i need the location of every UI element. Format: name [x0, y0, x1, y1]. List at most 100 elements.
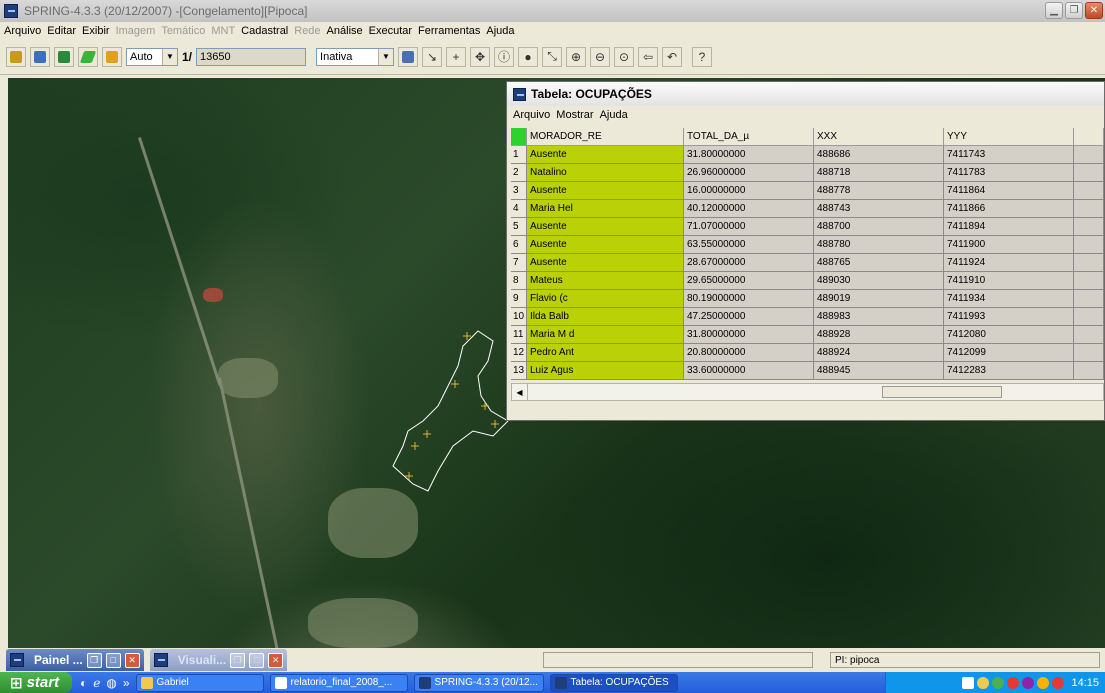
- y-cell[interactable]: 7412283: [944, 362, 1074, 380]
- row-number[interactable]: 5: [511, 218, 527, 236]
- total-cell[interactable]: 71.07000000: [684, 218, 814, 236]
- total-cell[interactable]: 20.80000000: [684, 344, 814, 362]
- morador-cell[interactable]: Ausente: [527, 218, 684, 236]
- table-window-titlebar[interactable]: Tabela: OCUPAÇÕES: [507, 82, 1104, 106]
- column-header[interactable]: TOTAL_DA_µ: [684, 128, 814, 146]
- morador-cell[interactable]: Ilda Balb: [527, 308, 684, 326]
- pin-icon[interactable]: ●: [518, 46, 539, 67]
- database-icon[interactable]: [6, 46, 26, 67]
- table-row[interactable]: 9 Flavio (c 80.19000000 489019 7411934: [511, 290, 1104, 308]
- menu-executar[interactable]: Executar: [369, 25, 412, 37]
- morador-cell[interactable]: Ausente: [527, 146, 684, 164]
- restore-icon[interactable]: ❐: [1065, 2, 1083, 19]
- media-icon[interactable]: ◍: [106, 676, 116, 690]
- grid-icon[interactable]: [398, 46, 419, 67]
- y-cell[interactable]: 7411900: [944, 236, 1074, 254]
- task-button-gabriel[interactable]: Gabriel: [135, 673, 264, 692]
- table-menu-mostrar[interactable]: Mostrar: [556, 109, 593, 121]
- security-tray-icon[interactable]: [1037, 676, 1050, 689]
- y-cell[interactable]: 7412099: [944, 344, 1074, 362]
- table-row[interactable]: 3 Ausente 16.00000000 488778 7411864: [511, 182, 1104, 200]
- horizontal-scrollbar[interactable]: ◀: [511, 383, 1104, 401]
- total-cell[interactable]: 63.55000000: [684, 236, 814, 254]
- shield-tray-icon[interactable]: [1052, 676, 1065, 689]
- row-number[interactable]: 7: [511, 254, 527, 272]
- x-cell[interactable]: 488743: [814, 200, 944, 218]
- close-icon[interactable]: ✕: [1085, 2, 1103, 19]
- status-select[interactable]: Inativa ▼: [316, 47, 395, 66]
- total-cell[interactable]: 31.80000000: [684, 146, 814, 164]
- total-cell[interactable]: 33.60000000: [684, 362, 814, 380]
- menu-cadastral[interactable]: Cadastral: [241, 25, 288, 37]
- x-cell[interactable]: 488686: [814, 146, 944, 164]
- task-button-spring[interactable]: SPRING-4.3.3 (20/12...: [413, 673, 544, 692]
- table-row[interactable]: 2 Natalino 26.96000000 488718 7411783: [511, 164, 1104, 182]
- row-number[interactable]: 2: [511, 164, 527, 182]
- task-button-tabela[interactable]: Tabela: OCUPAÇÕES: [549, 673, 678, 692]
- table-row[interactable]: 13 Luiz Agus 33.60000000 488945 7412283: [511, 362, 1104, 380]
- menu-ferramentas[interactable]: Ferramentas: [418, 25, 480, 37]
- scroll-thumb[interactable]: [882, 386, 1002, 398]
- row-number[interactable]: 11: [511, 326, 527, 344]
- zoom-mode-select[interactable]: Auto ▼: [126, 47, 178, 66]
- table-row[interactable]: 11 Maria M d 31.80000000 488928 7412080: [511, 326, 1104, 344]
- morador-cell[interactable]: Ausente: [527, 182, 684, 200]
- table-row[interactable]: 8 Mateus 29.65000000 489030 7411910: [511, 272, 1104, 290]
- messenger-tray-icon[interactable]: [1022, 676, 1035, 689]
- x-cell[interactable]: 488778: [814, 182, 944, 200]
- total-cell[interactable]: 28.67000000: [684, 254, 814, 272]
- menu-ajuda[interactable]: Ajuda: [486, 25, 514, 37]
- warning-tray-icon[interactable]: [977, 676, 990, 689]
- start-button[interactable]: ⊞ start: [0, 672, 72, 693]
- table-row[interactable]: 4 Maria Hel 40.12000000 488743 7411866: [511, 200, 1104, 218]
- help-tray-icon[interactable]: [962, 676, 975, 689]
- x-cell[interactable]: 489030: [814, 272, 944, 290]
- zoom-in-icon[interactable]: ⤡: [542, 46, 563, 67]
- desktop-icon[interactable]: ◐: [80, 676, 87, 690]
- total-cell[interactable]: 29.65000000: [684, 272, 814, 290]
- x-cell[interactable]: 488700: [814, 218, 944, 236]
- menu-exibir[interactable]: Exibir: [82, 25, 110, 37]
- zoom-extent-icon[interactable]: ⊙: [614, 46, 635, 67]
- column-header[interactable]: YYY: [944, 128, 1074, 146]
- minimize-icon[interactable]: ▁: [1045, 2, 1063, 19]
- row-number[interactable]: 6: [511, 236, 527, 254]
- morador-cell[interactable]: Maria Hel: [527, 200, 684, 218]
- restore-icon[interactable]: ❐: [230, 652, 246, 668]
- x-cell[interactable]: 489019: [814, 290, 944, 308]
- grid-corner[interactable]: [511, 128, 527, 146]
- y-cell[interactable]: 7411924: [944, 254, 1074, 272]
- scale-input[interactable]: 13650: [196, 47, 307, 66]
- menu-analise[interactable]: Análise: [327, 25, 363, 37]
- total-cell[interactable]: 16.00000000: [684, 182, 814, 200]
- y-cell[interactable]: 7411783: [944, 164, 1074, 182]
- zoom-out-icon[interactable]: ⊖: [590, 46, 611, 67]
- table-row[interactable]: 5 Ausente 71.07000000 488700 7411894: [511, 218, 1104, 236]
- attribute-grid[interactable]: MORADOR_RE TOTAL_DA_µ XXX YYY 1 Ausente 31…: [511, 128, 1104, 380]
- x-cell[interactable]: 488765: [814, 254, 944, 272]
- row-number[interactable]: 9: [511, 290, 527, 308]
- y-cell[interactable]: 7411894: [944, 218, 1074, 236]
- morador-cell[interactable]: Maria M d: [527, 326, 684, 344]
- table-menu-arquivo[interactable]: Arquivo: [513, 109, 550, 121]
- y-cell[interactable]: 7411993: [944, 308, 1074, 326]
- x-cell[interactable]: 488945: [814, 362, 944, 380]
- y-cell[interactable]: 7412080: [944, 326, 1074, 344]
- project-icon[interactable]: [30, 46, 50, 67]
- table-row[interactable]: 6 Ausente 63.55000000 488780 7411900: [511, 236, 1104, 254]
- morador-cell[interactable]: Ausente: [527, 236, 684, 254]
- morador-cell[interactable]: Flavio (c: [527, 290, 684, 308]
- y-cell[interactable]: 7411864: [944, 182, 1074, 200]
- minimized-window-painel[interactable]: Painel ... ❐ □ ✕: [6, 649, 144, 671]
- column-header[interactable]: XXX: [814, 128, 944, 146]
- maximize-icon[interactable]: □: [249, 652, 265, 668]
- morador-cell[interactable]: Ausente: [527, 254, 684, 272]
- table-row[interactable]: 10 Ilda Balb 47.25000000 488983 7411993: [511, 308, 1104, 326]
- crosshair-icon[interactable]: +: [446, 46, 467, 67]
- layers-icon[interactable]: [54, 46, 74, 67]
- morador-cell[interactable]: Natalino: [527, 164, 684, 182]
- total-cell[interactable]: 26.96000000: [684, 164, 814, 182]
- help-icon[interactable]: ?: [692, 46, 713, 67]
- draw-icon[interactable]: [78, 46, 98, 67]
- y-cell[interactable]: 7411743: [944, 146, 1074, 164]
